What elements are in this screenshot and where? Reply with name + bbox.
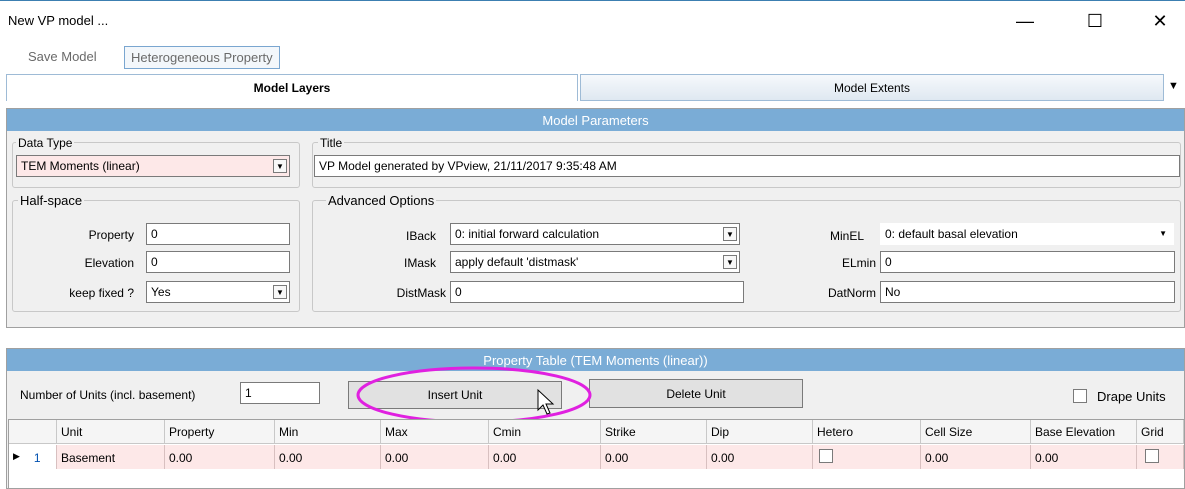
cell-grid[interactable] [1137, 445, 1184, 469]
cell-strike[interactable]: 0.00 [601, 445, 707, 469]
minel-value: 0: default basal elevation [885, 227, 1018, 241]
column-header[interactable]: Cell Size [921, 420, 1031, 444]
chevron-down-icon[interactable]: ▼ [273, 159, 287, 173]
row-index: 1 [33, 451, 41, 465]
tab-model-layers[interactable]: Model Layers [6, 74, 578, 101]
elevation-input[interactable]: 0 [146, 251, 290, 273]
window-title: New VP model ... [8, 13, 109, 28]
elmin-input[interactable]: 0 [880, 251, 1175, 273]
imask-label: IMask [403, 256, 436, 270]
property-grid: Unit Property Min Max Cmin Strike Dip He… [8, 419, 1185, 489]
half-space-label: Half-space [18, 193, 85, 208]
grid-header-row: Unit Property Min Max Cmin Strike Dip He… [9, 420, 1185, 444]
cell-cell-size[interactable]: 0.00 [921, 445, 1031, 469]
hetero-checkbox[interactable] [819, 449, 833, 463]
title-label: Title [318, 136, 345, 150]
cell-unit[interactable]: Basement [57, 445, 165, 469]
cell-max[interactable]: 0.00 [381, 445, 489, 469]
elmin-label: ELmin [841, 256, 876, 270]
column-header[interactable]: Base Elevation [1031, 420, 1137, 444]
column-header[interactable]: Cmin [489, 420, 601, 444]
property-label: Property [88, 228, 134, 242]
advanced-options-label: Advanced Options [326, 193, 437, 208]
tab-model-extents[interactable]: Model Extents [580, 74, 1164, 101]
highlight-annotation [356, 366, 592, 424]
data-type-label: Data Type [16, 136, 75, 150]
datnorm-input[interactable]: No [880, 281, 1175, 303]
iback-value: 0: initial forward calculation [455, 227, 600, 241]
column-header[interactable]: Grid [1137, 420, 1184, 444]
property-table-header: Property Table (TEM Moments (linear)) [7, 349, 1184, 371]
chevron-down-icon[interactable]: ▼ [1159, 229, 1167, 238]
num-units-input[interactable]: 1 [240, 382, 320, 404]
chevron-down-icon[interactable]: ▼ [723, 227, 737, 241]
save-model-button[interactable]: Save Model [22, 46, 103, 69]
model-parameters-header: Model Parameters [7, 109, 1184, 131]
title-bar: New VP model ... — ☐ ✕ [0, 0, 1185, 40]
table-row[interactable]: ▶ 1 Basement 0.00 0.00 0.00 0.00 0.00 0.… [9, 445, 1185, 469]
row-header: ▶ 1 [9, 445, 57, 469]
data-type-value: TEM Moments (linear) [21, 159, 140, 173]
column-header[interactable]: Property [165, 420, 275, 444]
drape-units-label: Drape Units [1097, 389, 1166, 404]
iback-label: IBack [405, 229, 436, 243]
num-units-label: Number of Units (incl. basement) [20, 388, 196, 402]
cell-base-elevation[interactable]: 0.00 [1031, 445, 1137, 469]
imask-value: apply default 'distmask' [455, 255, 579, 269]
chevron-down-icon[interactable]: ▼ [273, 285, 287, 299]
data-type-select[interactable]: TEM Moments (linear) ▼ [16, 155, 290, 177]
column-header[interactable]: Strike [601, 420, 707, 444]
iback-select[interactable]: 0: initial forward calculation ▼ [450, 223, 740, 245]
column-header[interactable]: Unit [57, 420, 165, 444]
heterogeneous-property-button[interactable]: Heterogeneous Property [124, 46, 280, 69]
row-pointer-icon: ▶ [13, 451, 20, 461]
chevron-down-icon[interactable]: ▼ [723, 255, 737, 269]
cell-cmin[interactable]: 0.00 [489, 445, 601, 469]
distmask-input[interactable]: 0 [450, 281, 744, 303]
cell-dip[interactable]: 0.00 [707, 445, 813, 469]
cell-hetero[interactable] [813, 445, 921, 469]
title-input[interactable]: VP Model generated by VPview, 21/11/2017… [314, 155, 1180, 177]
cell-min[interactable]: 0.00 [275, 445, 381, 469]
grid-checkbox[interactable] [1145, 449, 1159, 463]
column-header[interactable]: Min [275, 420, 381, 444]
keep-fixed-select[interactable]: Yes ▼ [146, 281, 290, 303]
mouse-cursor-icon [537, 388, 555, 415]
keep-fixed-label: keep fixed ? [69, 286, 134, 300]
cell-property[interactable]: 0.00 [165, 445, 275, 469]
column-header[interactable]: Dip [707, 420, 813, 444]
column-header[interactable]: Max [381, 420, 489, 444]
datnorm-label: DatNorm [827, 286, 876, 300]
grid-corner [9, 420, 57, 444]
minimize-button[interactable]: — [1005, 7, 1045, 35]
tab-overflow-icon[interactable]: ▼ [1168, 80, 1179, 92]
delete-unit-button[interactable]: Delete Unit [589, 379, 803, 408]
imask-select[interactable]: apply default 'distmask' ▼ [450, 251, 740, 273]
drape-units-checkbox[interactable] [1073, 389, 1087, 403]
elevation-label: Elevation [84, 256, 134, 270]
close-button[interactable]: ✕ [1140, 7, 1180, 35]
property-input[interactable]: 0 [146, 223, 290, 245]
minel-label: MinEL [829, 229, 864, 243]
column-header[interactable]: Hetero [813, 420, 921, 444]
keep-fixed-value: Yes [151, 285, 171, 299]
maximize-button[interactable]: ☐ [1075, 7, 1115, 35]
minel-select[interactable]: 0: default basal elevation ▼ [880, 223, 1174, 245]
distmask-label: DistMask [396, 286, 446, 300]
highlight-ellipse [356, 366, 592, 424]
